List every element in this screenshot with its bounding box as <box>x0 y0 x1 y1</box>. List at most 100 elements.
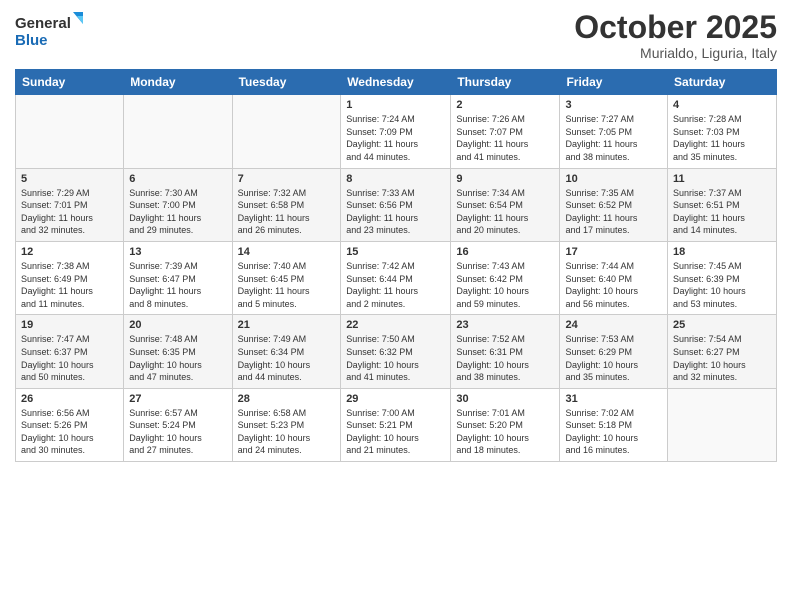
calendar-day-cell: 27 Sunrise: 6:57 AM Sunset: 5:24 PM Dayli… <box>124 388 232 461</box>
day-number: 6 <box>129 173 226 185</box>
day-number: 30 <box>456 393 554 405</box>
day-info: Sunrise: 7:32 AM Sunset: 6:58 PM Dayligh… <box>238 187 336 237</box>
day-info: Sunrise: 7:38 AM Sunset: 6:49 PM Dayligh… <box>21 260 118 310</box>
calendar-day-cell: 31 Sunrise: 7:02 AM Sunset: 5:18 PM Dayli… <box>560 388 668 461</box>
day-info: Sunrise: 7:52 AM Sunset: 6:31 PM Dayligh… <box>456 333 554 383</box>
calendar-week-row: 26 Sunrise: 6:56 AM Sunset: 5:26 PM Dayli… <box>16 388 777 461</box>
calendar-day-cell: 25 Sunrise: 7:54 AM Sunset: 6:27 PM Dayli… <box>668 315 777 388</box>
calendar-header-cell: Monday <box>124 70 232 95</box>
day-number: 15 <box>346 246 445 258</box>
calendar-day-cell: 8 Sunrise: 7:33 AM Sunset: 6:56 PM Daylig… <box>341 168 451 241</box>
svg-text:General: General <box>15 15 71 32</box>
day-number: 2 <box>456 99 554 111</box>
day-info: Sunrise: 7:49 AM Sunset: 6:34 PM Dayligh… <box>238 333 336 383</box>
day-info: Sunrise: 6:58 AM Sunset: 5:23 PM Dayligh… <box>238 407 336 457</box>
page-title: October 2025 <box>574 10 777 45</box>
day-info: Sunrise: 7:28 AM Sunset: 7:03 PM Dayligh… <box>673 113 771 163</box>
calendar-day-cell: 29Sunrise: 7:00 AM Sunset: 5:21 PM Dayli… <box>341 388 451 461</box>
calendar-day-cell <box>124 95 232 168</box>
day-number: 1 <box>346 99 445 111</box>
calendar-week-row: 1 Sunrise: 7:24 AM Sunset: 7:09 PM Daylig… <box>16 95 777 168</box>
svg-text:Blue: Blue <box>15 32 48 49</box>
calendar-day-cell: 5 Sunrise: 7:29 AM Sunset: 7:01 PM Daylig… <box>16 168 124 241</box>
day-info: Sunrise: 7:02 AM Sunset: 5:18 PM Dayligh… <box>565 407 662 457</box>
day-number: 4 <box>673 99 771 111</box>
calendar-day-cell: 2 Sunrise: 7:26 AM Sunset: 7:07 PM Daylig… <box>451 95 560 168</box>
day-number: 24 <box>565 319 662 331</box>
day-info: Sunrise: 7:01 AM Sunset: 5:20 PM Dayligh… <box>456 407 554 457</box>
calendar-header-cell: Friday <box>560 70 668 95</box>
day-number: 9 <box>456 173 554 185</box>
day-number: 27 <box>129 393 226 405</box>
day-number: 22 <box>346 319 445 331</box>
day-info: Sunrise: 6:56 AM Sunset: 5:26 PM Dayligh… <box>21 407 118 457</box>
calendar-day-cell: 14 Sunrise: 7:40 AM Sunset: 6:45 PM Dayli… <box>232 241 341 314</box>
calendar-day-cell: 16 Sunrise: 7:43 AM Sunset: 6:42 PM Dayli… <box>451 241 560 314</box>
calendar-week-row: 19 Sunrise: 7:47 AM Sunset: 6:37 PM Dayli… <box>16 315 777 388</box>
calendar-day-cell: 15 Sunrise: 7:42 AM Sunset: 6:44 PM Dayli… <box>341 241 451 314</box>
day-number: 12 <box>21 246 118 258</box>
calendar-day-cell: 10Sunrise: 7:35 AM Sunset: 6:52 PM Dayli… <box>560 168 668 241</box>
day-number: 31 <box>565 393 662 405</box>
day-info: Sunrise: 7:35 AM Sunset: 6:52 PM Dayligh… <box>565 187 662 237</box>
calendar-day-cell: 22 Sunrise: 7:50 AM Sunset: 6:32 PM Dayli… <box>341 315 451 388</box>
day-number: 26 <box>21 393 118 405</box>
day-info: Sunrise: 7:42 AM Sunset: 6:44 PM Dayligh… <box>346 260 445 310</box>
day-info: Sunrise: 7:50 AM Sunset: 6:32 PM Dayligh… <box>346 333 445 383</box>
calendar-day-cell: 11Sunrise: 7:37 AM Sunset: 6:51 PM Dayli… <box>668 168 777 241</box>
day-number: 14 <box>238 246 336 258</box>
calendar-day-cell: 13Sunrise: 7:39 AM Sunset: 6:47 PM Dayli… <box>124 241 232 314</box>
calendar-day-cell: 12 Sunrise: 7:38 AM Sunset: 6:49 PM Dayli… <box>16 241 124 314</box>
calendar-day-cell: 20 Sunrise: 7:48 AM Sunset: 6:35 PM Dayli… <box>124 315 232 388</box>
day-number: 23 <box>456 319 554 331</box>
calendar-table: SundayMondayTuesdayWednesdayThursdayFrid… <box>15 69 777 462</box>
day-info: Sunrise: 7:48 AM Sunset: 6:35 PM Dayligh… <box>129 333 226 383</box>
day-number: 25 <box>673 319 771 331</box>
calendar-header-row: SundayMondayTuesdayWednesdayThursdayFrid… <box>16 70 777 95</box>
calendar-day-cell: 21Sunrise: 7:49 AM Sunset: 6:34 PM Dayli… <box>232 315 341 388</box>
day-info: Sunrise: 7:54 AM Sunset: 6:27 PM Dayligh… <box>673 333 771 383</box>
calendar-header-cell: Wednesday <box>341 70 451 95</box>
calendar-day-cell <box>668 388 777 461</box>
calendar-day-cell: 18Sunrise: 7:45 AM Sunset: 6:39 PM Dayli… <box>668 241 777 314</box>
day-info: Sunrise: 7:24 AM Sunset: 7:09 PM Dayligh… <box>346 113 445 163</box>
day-info: Sunrise: 7:53 AM Sunset: 6:29 PM Dayligh… <box>565 333 662 383</box>
calendar-day-cell: 3 Sunrise: 7:27 AM Sunset: 7:05 PM Daylig… <box>560 95 668 168</box>
day-number: 17 <box>565 246 662 258</box>
day-number: 5 <box>21 173 118 185</box>
calendar-header-cell: Thursday <box>451 70 560 95</box>
day-info: Sunrise: 7:27 AM Sunset: 7:05 PM Dayligh… <box>565 113 662 163</box>
calendar-week-row: 12 Sunrise: 7:38 AM Sunset: 6:49 PM Dayli… <box>16 241 777 314</box>
logo: General Blue <box>15 10 85 50</box>
day-info: Sunrise: 7:33 AM Sunset: 6:56 PM Dayligh… <box>346 187 445 237</box>
calendar-day-cell: 26 Sunrise: 6:56 AM Sunset: 5:26 PM Dayli… <box>16 388 124 461</box>
day-number: 7 <box>238 173 336 185</box>
page-header: General Blue October 2025 Murialdo, Ligu… <box>15 10 777 61</box>
day-number: 18 <box>673 246 771 258</box>
calendar-day-cell: 19 Sunrise: 7:47 AM Sunset: 6:37 PM Dayli… <box>16 315 124 388</box>
calendar-day-cell: 30 Sunrise: 7:01 AM Sunset: 5:20 PM Dayli… <box>451 388 560 461</box>
day-number: 16 <box>456 246 554 258</box>
logo-svg: General Blue <box>15 10 85 50</box>
day-info: Sunrise: 7:47 AM Sunset: 6:37 PM Dayligh… <box>21 333 118 383</box>
calendar-day-cell: 17Sunrise: 7:44 AM Sunset: 6:40 PM Dayli… <box>560 241 668 314</box>
day-number: 29 <box>346 393 445 405</box>
day-info: Sunrise: 7:26 AM Sunset: 7:07 PM Dayligh… <box>456 113 554 163</box>
day-number: 20 <box>129 319 226 331</box>
calendar-day-cell: 23 Sunrise: 7:52 AM Sunset: 6:31 PM Dayli… <box>451 315 560 388</box>
calendar-day-cell: 24 Sunrise: 7:53 AM Sunset: 6:29 PM Dayli… <box>560 315 668 388</box>
day-number: 28 <box>238 393 336 405</box>
day-number: 13 <box>129 246 226 258</box>
day-number: 8 <box>346 173 445 185</box>
calendar-header-cell: Saturday <box>668 70 777 95</box>
day-info: Sunrise: 7:29 AM Sunset: 7:01 PM Dayligh… <box>21 187 118 237</box>
calendar-header-cell: Sunday <box>16 70 124 95</box>
calendar-day-cell: 9Sunrise: 7:34 AM Sunset: 6:54 PM Daylig… <box>451 168 560 241</box>
day-info: Sunrise: 7:40 AM Sunset: 6:45 PM Dayligh… <box>238 260 336 310</box>
day-info: Sunrise: 7:43 AM Sunset: 6:42 PM Dayligh… <box>456 260 554 310</box>
calendar-day-cell: 7 Sunrise: 7:32 AM Sunset: 6:58 PM Daylig… <box>232 168 341 241</box>
day-info: Sunrise: 6:57 AM Sunset: 5:24 PM Dayligh… <box>129 407 226 457</box>
day-number: 3 <box>565 99 662 111</box>
day-info: Sunrise: 7:37 AM Sunset: 6:51 PM Dayligh… <box>673 187 771 237</box>
day-number: 19 <box>21 319 118 331</box>
